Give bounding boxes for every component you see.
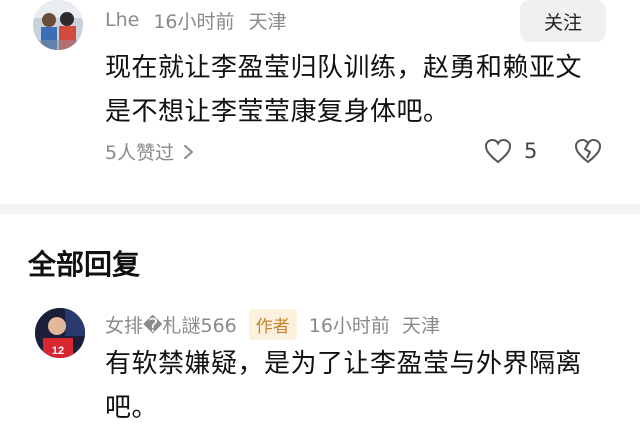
avatar-photo [33,0,83,50]
jersey-number: 12 [52,345,64,357]
comment-meta: Lhe 16小时前 天津 [105,2,287,38]
comment-page: Lhe 16小时前 天津 关注 现在就让李盈莹归队训练，赵勇和赖亚文是不想让李莹… [0,0,640,427]
comment-text: 现在就让李盈莹归队训练，赵勇和赖亚文是不想让李莹莹康复身体吧。 [105,53,583,127]
avatar[interactable] [33,0,83,50]
like-button[interactable]: 5 [484,138,537,164]
reply-meta: 女排�札謎566 作者 16小时前 天津 [105,306,440,342]
avatar-photo: 12 [35,308,85,358]
section-divider [0,204,640,214]
reply-username[interactable]: 女排�札謎566 [105,311,237,338]
heart-icon [484,138,512,164]
comment-card: Lhe 16小时前 天津 关注 现在就让李盈莹归队训练，赵勇和赖亚文是不想让李莹… [0,0,640,210]
reply-time: 16小时前 [308,314,390,337]
author-badge: 作者 [248,308,297,340]
broken-heart-icon [574,138,602,164]
follow-button[interactable]: 关注 [520,0,606,42]
reply-text: 有软禁嫌疑，是为了让李盈莹与外界隔离吧。 [105,349,583,423]
dislike-button[interactable] [574,138,602,168]
username[interactable]: Lhe [105,9,139,31]
likes-text: 5人赞过 [105,142,175,164]
comment-time: 16小时前 [153,10,235,33]
like-count: 5 [524,139,538,163]
reply-avatar[interactable]: 12 [35,308,85,358]
comment-location: 天津 [248,10,287,33]
chevron-right-icon [184,144,194,159]
replies-section-title: 全部回复 [28,248,141,281]
reply-location: 天津 [401,314,440,337]
likes-summary[interactable]: 5人赞过 [105,138,198,165]
